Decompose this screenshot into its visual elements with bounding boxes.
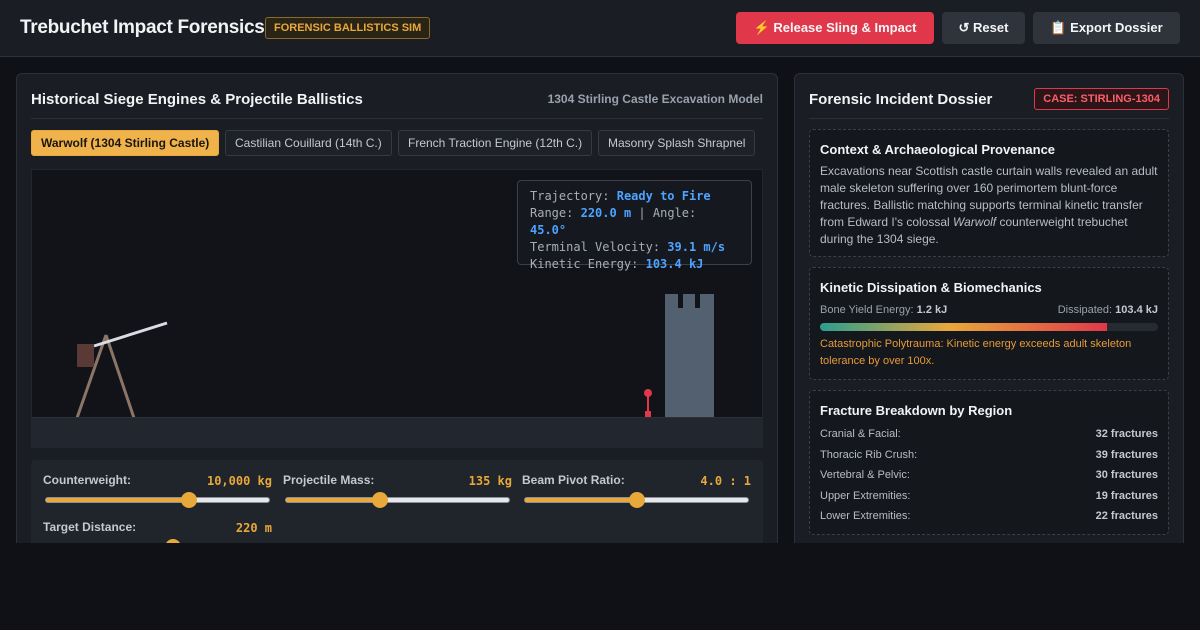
- sim-mode-badge: FORENSIC BALLISTICS SIM: [265, 17, 431, 39]
- angle-label: Angle:: [652, 206, 697, 220]
- fracture-row: Vertebral & Pelvic: 30 fractures: [820, 469, 1158, 481]
- pivot-ratio-label: Beam Pivot Ratio:: [522, 473, 625, 487]
- energy-meter: [820, 323, 1158, 331]
- slider-thumb[interactable]: [628, 492, 645, 508]
- dossier-panel-title: Forensic Incident Dossier: [809, 91, 993, 108]
- divider: [31, 118, 763, 119]
- range-value: 220.0 m: [580, 206, 632, 220]
- trajectory-label: Trajectory:: [530, 189, 610, 203]
- pivot-ratio-value: 4.0 : 1: [700, 474, 751, 488]
- tab-warwolf[interactable]: Warwolf (1304 Stirling Castle): [31, 130, 220, 156]
- top-bar: Trebuchet Impact Forensics FORENSIC BALL…: [0, 0, 1200, 57]
- fracture-card-title: Fracture Breakdown by Region: [820, 403, 1013, 418]
- export-dossier-button[interactable]: 📋 Export Dossier: [1033, 12, 1180, 44]
- counterweight-label: Counterweight:: [43, 473, 131, 487]
- projectile-mass-label: Projectile Mass:: [283, 473, 375, 487]
- fracture-row: Thoracic Rib Crush: 39 fractures: [820, 449, 1158, 461]
- divider: [809, 118, 1169, 119]
- counterweight-value: 10,000 kg: [206, 474, 272, 488]
- dossier-panel: Forensic Incident Dossier CASE: STIRLING…: [794, 73, 1184, 553]
- fracture-card: Fracture Breakdown by Region Cranial & F…: [809, 390, 1169, 535]
- case-badge: CASE: STIRLING-1304: [1034, 88, 1169, 110]
- bone-yield-value: 1.2 kJ: [916, 304, 948, 316]
- slider-fill: [525, 498, 637, 502]
- target-figure-icon: [644, 389, 652, 418]
- target-distance-label: Target Distance:: [43, 520, 137, 534]
- fracture-region: Thoracic Rib Crush:: [820, 449, 918, 461]
- app-title: Trebuchet Impact Forensics: [20, 17, 265, 38]
- tab-masonry-splash[interactable]: Masonry Splash Shrapnel: [598, 130, 756, 156]
- context-card: Context & Archaeological Provenance Exca…: [809, 129, 1169, 257]
- fracture-count: 22 fractures: [1095, 510, 1158, 522]
- castle-tower-icon: [665, 294, 714, 418]
- simulation-canvas[interactable]: Trajectory: Ready to Fire Range: 220.0 m…: [31, 169, 763, 448]
- kinetic-card-title: Kinetic Dissipation & Biomechanics: [820, 280, 1042, 295]
- reset-button[interactable]: ↺ Reset: [942, 12, 1025, 44]
- slider-thumb[interactable]: [180, 492, 197, 508]
- polytrauma-warning: Catastrophic Polytrauma: Kinetic energy …: [820, 338, 1132, 367]
- ballistics-panel-subtitle: 1304 Stirling Castle Excavation Model: [547, 92, 763, 106]
- release-sling-button[interactable]: ⚡ Release Sling & Impact: [736, 12, 934, 44]
- velocity-value: 39.1 m/s: [667, 240, 726, 254]
- ballistics-panel: Historical Siege Engines & Projectile Ba…: [16, 73, 778, 560]
- counterweight-slider[interactable]: [45, 492, 270, 508]
- trebuchet-icon: [75, 321, 168, 419]
- projectile-mass-slider[interactable]: [285, 492, 510, 508]
- velocity-label: Terminal Velocity:: [530, 240, 661, 254]
- fracture-count: 32 fractures: [1095, 428, 1158, 440]
- fracture-region: Cranial & Facial:: [820, 428, 901, 440]
- fracture-region: Vertebral & Pelvic:: [820, 469, 910, 481]
- trajectory-readout: Trajectory: Ready to Fire Range: 220.0 m…: [517, 180, 752, 271]
- tab-castilian-couillard[interactable]: Castilian Couillard (14th C.): [225, 130, 392, 156]
- fracture-count: 30 fractures: [1095, 469, 1158, 481]
- kinetic-card: Kinetic Dissipation & Biomechanics Bone …: [809, 267, 1169, 380]
- energy-label: Kinetic Energy:: [530, 257, 639, 271]
- ground: [32, 417, 762, 447]
- context-text-italic: Warwolf: [953, 215, 997, 229]
- tab-french-traction-engine[interactable]: French Traction Engine (12th C.): [398, 130, 593, 156]
- dissipated-value: 103.4 kJ: [1115, 304, 1158, 316]
- bone-yield-label: Bone Yield Energy:: [820, 304, 914, 316]
- readout-separator: |: [638, 206, 646, 220]
- ballistics-panel-title: Historical Siege Engines & Projectile Ba…: [31, 91, 363, 108]
- fracture-row: Cranial & Facial: 32 fractures: [820, 428, 1158, 440]
- pivot-ratio-slider[interactable]: [524, 492, 749, 508]
- context-card-text: Excavations near Scottish castle curtain…: [820, 163, 1160, 248]
- fracture-region: Lower Extremities:: [820, 510, 911, 522]
- angle-value: 45.0°: [530, 223, 567, 237]
- fracture-count: 19 fractures: [1095, 490, 1158, 502]
- fracture-row: Upper Extremities: 19 fractures: [820, 490, 1158, 502]
- energy-meter-fill: [820, 323, 1108, 331]
- page-footer-area: [0, 543, 1200, 630]
- context-card-title: Context & Archaeological Provenance: [820, 142, 1056, 157]
- trajectory-value: Ready to Fire: [616, 189, 711, 203]
- fracture-count: 39 fractures: [1095, 449, 1158, 461]
- slider-fill: [46, 498, 189, 502]
- fracture-row: Lower Extremities: 22 fractures: [820, 510, 1158, 522]
- projectile-mass-value: 135 kg: [468, 474, 512, 488]
- dissipated-label: Dissipated:: [1057, 304, 1113, 316]
- target-distance-value: 220 m: [235, 521, 272, 535]
- energy-value: 103.4 kJ: [645, 257, 704, 271]
- fracture-region: Upper Extremities:: [820, 490, 911, 502]
- slider-fill: [286, 498, 380, 502]
- range-label: Range:: [530, 206, 574, 220]
- slider-thumb[interactable]: [371, 492, 388, 508]
